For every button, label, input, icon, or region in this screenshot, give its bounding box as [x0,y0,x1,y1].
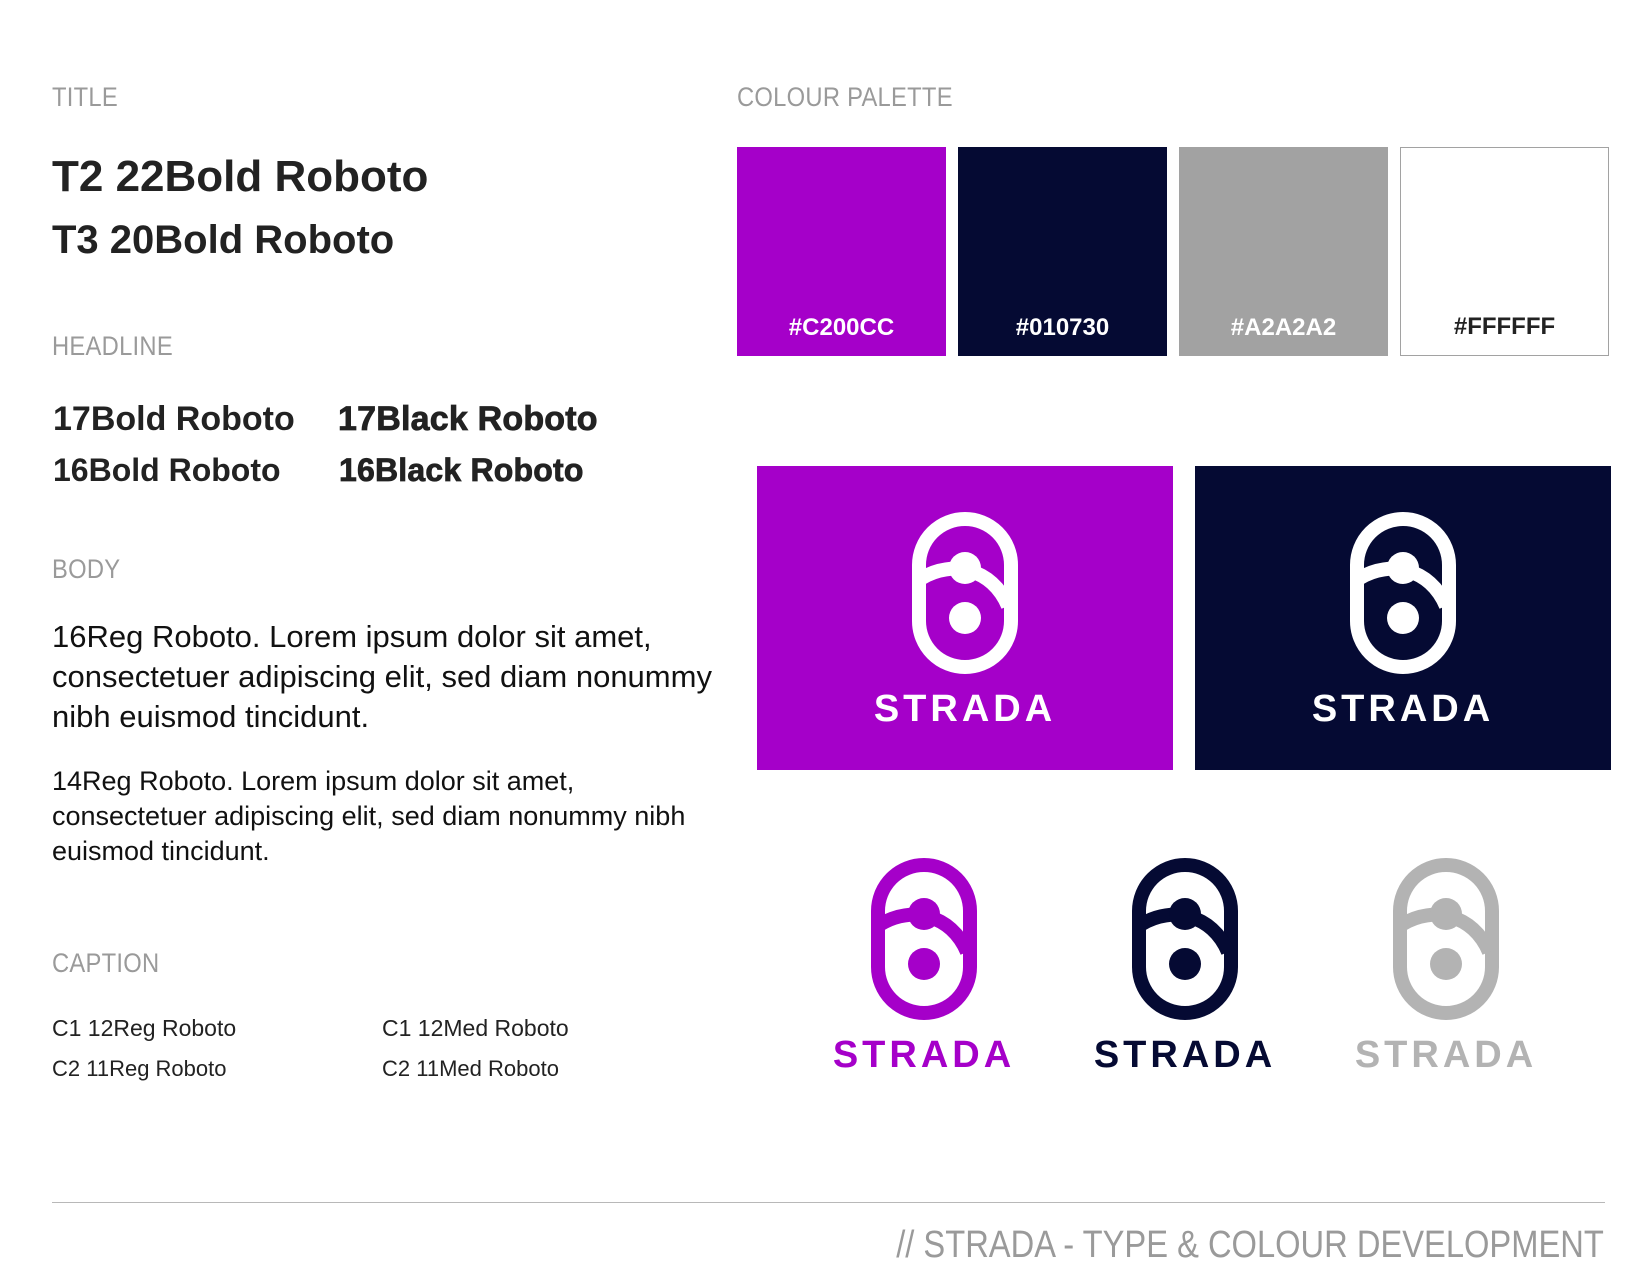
caption-sample-c1-med: C1 12Med Roboto [382,1015,569,1041]
logo-panel-purple: STRADA [757,466,1173,770]
strada-logo-icon [912,512,1018,674]
logo-panel-navy: STRADA [1195,466,1611,770]
strada-logo-icon [1393,858,1499,1020]
logo-mark-navy-wordmark: STRADA [1093,1034,1277,1076]
logo-mark-purple: STRADA [824,858,1024,1078]
swatch-purple: #C200CC [737,147,946,356]
headline-section-label: HEADLINE [52,331,173,361]
swatch-purple-hex: #C200CC [788,314,895,341]
logo-mark-navy: STRADA [1085,858,1285,1078]
logo-panel-navy-wordmark: STRADA [1311,688,1495,730]
strada-logo-icon [1132,858,1238,1020]
logo-mark-purple-wordmark: STRADA [832,1034,1016,1076]
footer-title: // STRADA - TYPE & COLOUR DEVELOPMENT [896,1224,1604,1266]
swatch-grey: #A2A2A2 [1179,147,1388,356]
title-section-label: TITLE [52,82,119,112]
caption-sample-c2-reg: C2 11Reg Roboto [52,1056,227,1081]
swatch-white: #FFFFFF [1400,147,1609,356]
caption-sample-c1-reg: C1 12Reg Roboto [52,1015,237,1041]
caption-section-label: CAPTION [52,948,160,978]
logo-panel-purple-wordmark: STRADA [873,688,1057,730]
headline-sample-16bold: 16Bold Roboto [53,452,281,488]
body-section-label: BODY [52,554,121,584]
strada-logo-icon [871,858,977,1020]
footer-divider [52,1202,1605,1203]
swatch-navy: #010730 [958,147,1167,356]
swatch-navy-hex: #010730 [1015,314,1110,341]
body-sample-14reg: 14Reg Roboto. Lorem ipsum dolor sit amet… [52,766,686,866]
strada-logo-icon [1350,512,1456,674]
body-sample-16reg: 16Reg Roboto. Lorem ipsum dolor sit amet… [52,619,712,734]
logo-mark-grey: STRADA [1346,858,1546,1078]
palette-section-label: COLOUR PALETTE [737,82,953,112]
caption-sample-c2-med: C2 11Med Roboto [382,1056,559,1081]
title-sample-t3: T3 20Bold Roboto [52,218,395,262]
headline-sample-17black: 17Black Roboto [338,400,598,439]
swatch-grey-hex: #A2A2A2 [1230,314,1337,341]
title-sample-t2: T2 22Bold Roboto [52,152,429,201]
swatch-white-hex: #FFFFFF [1453,313,1556,340]
headline-sample-17bold: 17Bold Roboto [53,400,295,438]
headline-sample-16black: 16Black Roboto [339,452,584,489]
logo-mark-grey-wordmark: STRADA [1354,1034,1538,1076]
